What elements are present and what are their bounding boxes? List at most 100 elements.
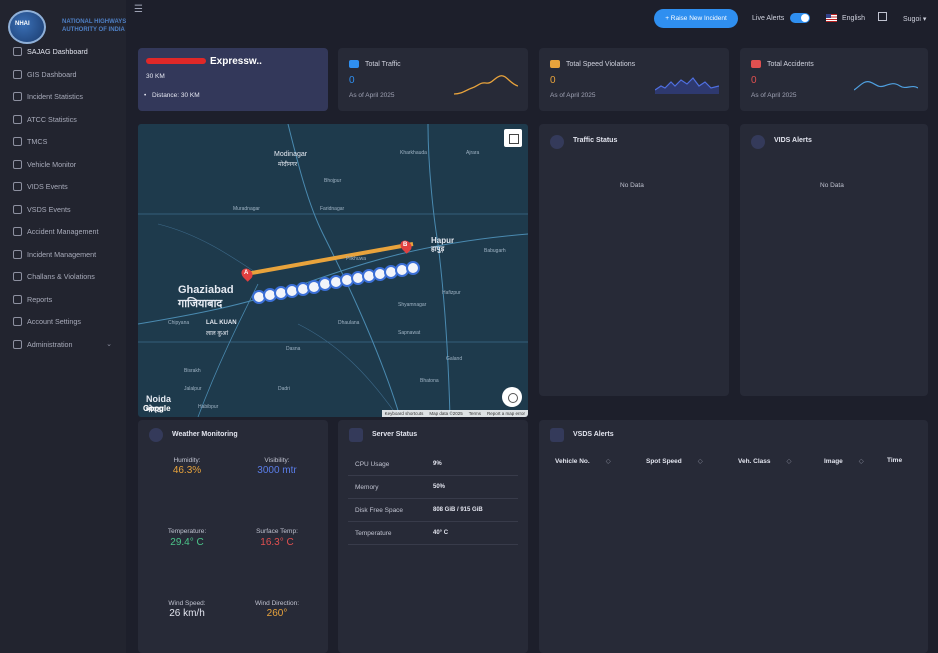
monitor-icon (13, 136, 22, 146)
place-label: Bhojpur (324, 178, 342, 184)
warning-icon (550, 60, 560, 68)
redacted-road-name (146, 58, 206, 64)
road-name: Expressw.. (210, 56, 262, 67)
panel-title: VSDS Alerts (573, 431, 614, 438)
city-lalkuan: LAL KUAN (206, 320, 237, 326)
column-time[interactable]: Time (887, 457, 902, 464)
sidebar-item-incident-management[interactable]: Incident Management (0, 244, 126, 264)
map-fullscreen-button[interactable] (504, 129, 522, 147)
column-veh-class[interactable]: Veh. Class ◇ (738, 457, 792, 465)
city-ghaziabad: Ghaziabad (178, 284, 234, 296)
panel-title: VIDS Alerts (774, 137, 812, 144)
sidebar-item-atcc-statistics[interactable]: ATCC Statistics (0, 109, 126, 129)
sidebar-item-vehicle-monitor[interactable]: Vehicle Monitor (0, 154, 126, 174)
gis-map[interactable]: Ghaziabad गाजियाबाद Hapur हापुड़ Noida न… (138, 124, 528, 417)
speed-violations-card[interactable]: Total Speed Violations 0 As of April 202… (539, 48, 729, 111)
user-menu[interactable]: Sugoi ▾ (903, 15, 926, 23)
raise-incident-button[interactable]: + Raise New Incident (654, 9, 738, 28)
us-flag-icon[interactable] (826, 14, 837, 22)
fullscreen-icon[interactable] (878, 12, 887, 21)
alert-triangle-icon (751, 135, 765, 149)
sort-icon: ◇ (697, 458, 703, 465)
no-data-label: No Data (620, 182, 644, 189)
panel-title: Server Status (372, 431, 418, 438)
pie-chart-icon (13, 91, 22, 101)
marker-b-label: B (403, 242, 408, 248)
live-alerts-toggle[interactable] (790, 13, 810, 23)
sidebar-item-reports[interactable]: Reports (0, 289, 126, 309)
place-label: Dasna (286, 346, 301, 352)
place-label: Habibpur (198, 404, 219, 410)
total-accidents-card[interactable]: Total Accidents 0 As of April 2025 (740, 48, 928, 111)
map-locate-button[interactable] (502, 387, 522, 407)
sort-icon: ◇ (858, 458, 864, 465)
panel-title: Weather Monitoring (172, 431, 238, 438)
place-label: Dhaulana (338, 320, 360, 326)
sidebar-item-accident-management[interactable]: Accident Management (0, 221, 126, 241)
sidebar-item-gis-dashboard[interactable]: GIS Dashboard (0, 64, 126, 84)
stat-value: 0 (349, 75, 355, 86)
column-image[interactable]: Image ◇ (824, 457, 864, 465)
stat-date: As of April 2025 (550, 92, 596, 99)
city-modinagar: Modinagar (274, 151, 308, 158)
settings-icon (13, 316, 22, 326)
wind-direction-value: 260° (266, 608, 288, 619)
place-label: Kharkhauda (400, 150, 427, 156)
city-ghaziabad-hindi: गाजियाबाद (178, 298, 223, 310)
server-icon (349, 428, 363, 442)
server-row-cpu: CPU Usage 9% (348, 454, 518, 476)
map-footer-link[interactable]: Report a map error (487, 411, 525, 416)
wind-speed-value: 26 km/h (169, 608, 205, 619)
speed-icon (13, 204, 22, 214)
report-icon (13, 294, 22, 304)
total-traffic-card[interactable]: Total Traffic 0 As of April 2025 (338, 48, 528, 111)
road-length: 30 KM (146, 73, 165, 80)
weather-icon (149, 428, 163, 442)
top-bar: + Raise New Incident Live Alerts English… (126, 0, 938, 40)
map-footer-link[interactable]: Keyboard shortcuts (385, 411, 424, 416)
brand-line-1: NATIONAL HIGHWAYS (62, 19, 127, 25)
stat-date: As of April 2025 (751, 92, 797, 99)
accident-icon (13, 226, 22, 236)
sidebar-item-vids-events[interactable]: VIDS Events (0, 176, 126, 196)
weather-panel: Weather Monitoring Humidity: 46.3% Visib… (138, 420, 328, 653)
sidebar-item-challans-violations[interactable]: Challans & Violations (0, 266, 126, 286)
road-info-card[interactable]: Expressw.. 30 KM Distance: 30 KM (138, 48, 328, 111)
brand-line-2: AUTHORITY OF INDIA (62, 27, 125, 33)
sidebar-item-vsds-events[interactable]: VSDS Events (0, 199, 126, 219)
stat-value: 0 (751, 75, 757, 86)
column-vehicle-no[interactable]: Vehicle No. ◇ (555, 457, 611, 465)
humidity-label: Humidity: (173, 457, 201, 464)
stat-date: As of April 2025 (349, 92, 395, 99)
accident-icon (751, 60, 761, 68)
place-label: Pilkhuwa (346, 256, 367, 262)
language-selector[interactable]: English (842, 15, 865, 22)
stat-title: Total Traffic (365, 61, 401, 68)
speed-sparkline (655, 77, 719, 94)
surface-temp-label: Surface Temp: (256, 528, 298, 535)
sidebar-item-administration[interactable]: Administration ⌄ (0, 334, 126, 354)
sidebar-item-sajag-dashboard[interactable]: SAJAG Dashboard (0, 41, 126, 61)
camera-marker[interactable] (406, 260, 420, 275)
visibility-label: Visibility: (264, 457, 290, 464)
place-label: Hafizpur (442, 290, 461, 296)
stat-title: Total Speed Violations (566, 61, 636, 68)
place-label: Bisrakh (184, 368, 201, 374)
city-hapur: Hapur (431, 236, 455, 245)
sidebar-item-account-settings[interactable]: Account Settings (0, 311, 126, 331)
sidebar-item-incident-statistics[interactable]: Incident Statistics (0, 86, 126, 106)
stat-value: 0 (550, 75, 556, 86)
nhai-logo[interactable]: NHAI NATIONAL HIGHWAYS AUTHORITY OF INDIA (4, 6, 132, 44)
surface-temp-value: 16.3° C (260, 537, 294, 548)
sidebar-item-tmcs[interactable]: TMCS (0, 131, 126, 151)
column-spot-speed[interactable]: Spot Speed ◇ (646, 457, 703, 465)
place-label: Jalalpur (184, 386, 202, 392)
place-label: Bhatona (420, 378, 439, 384)
vsds-alerts-panel: VSDS Alerts (539, 420, 928, 653)
video-icon (13, 181, 22, 191)
sort-icon: ◇ (605, 458, 611, 465)
map-footer-link[interactable]: Terms (469, 411, 481, 416)
camera-icon (550, 428, 564, 442)
sort-icon: ◇ (786, 458, 792, 465)
visibility-value: 3000 mtr (257, 465, 297, 476)
